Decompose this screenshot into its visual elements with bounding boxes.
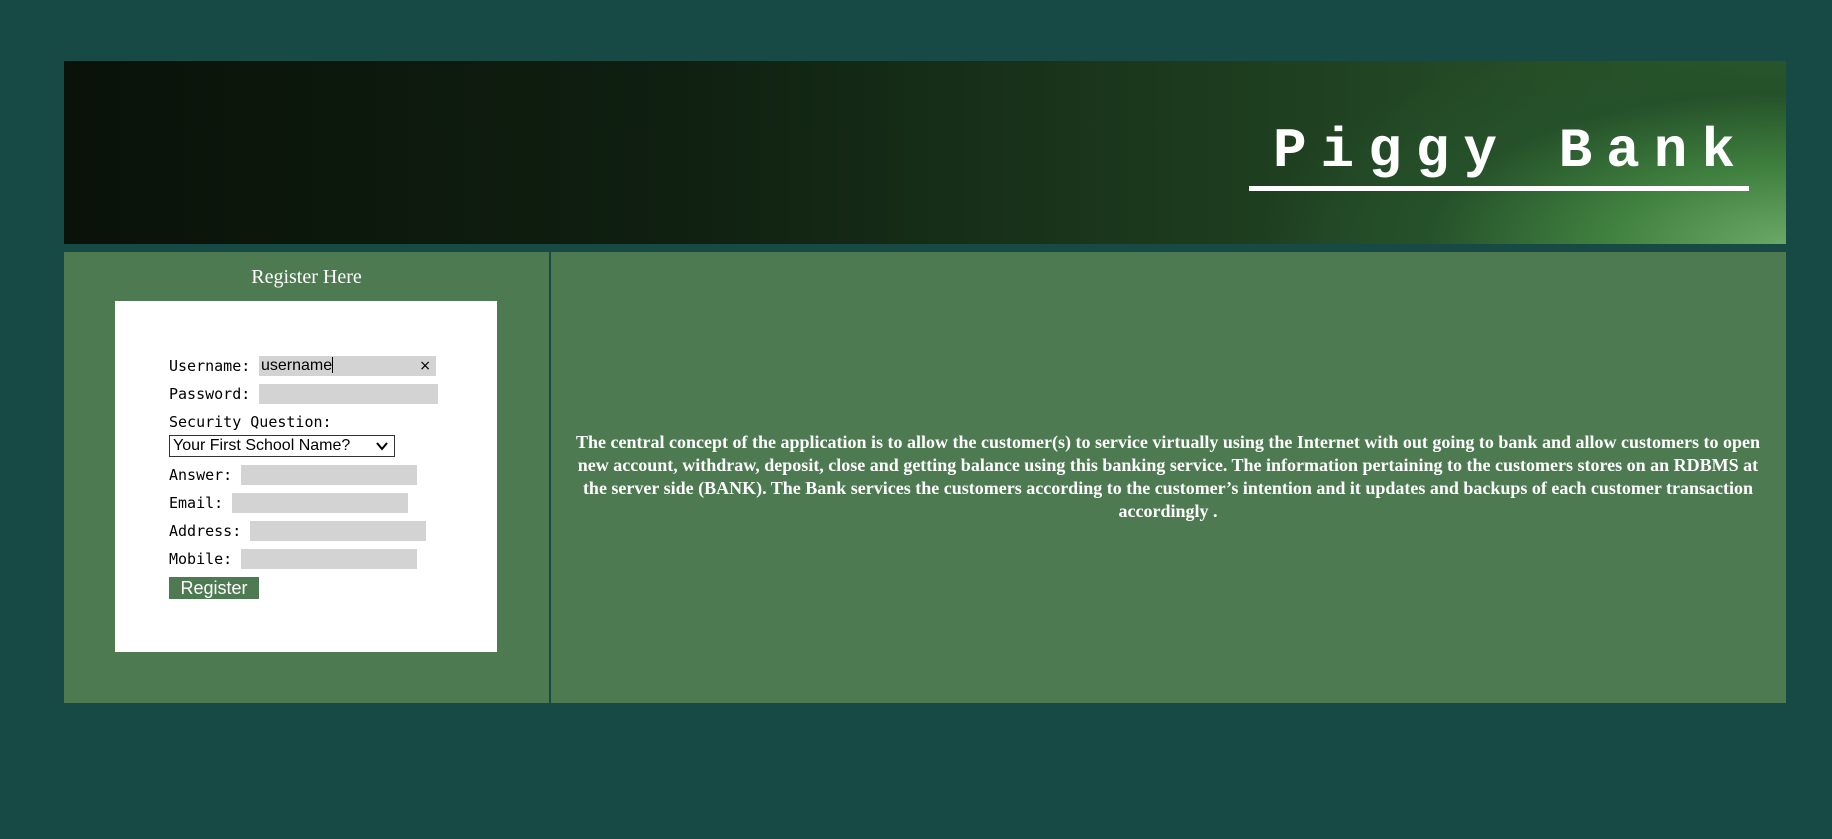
mobile-label: Mobile: [169, 550, 233, 568]
text-cursor [332, 357, 334, 373]
username-input[interactable]: username × [259, 356, 436, 376]
register-button[interactable]: Register [169, 577, 259, 599]
security-question-selected: Your First School Name? [173, 437, 351, 454]
header-banner: Piggy Bank [64, 61, 1786, 244]
password-label: Password: [169, 385, 251, 403]
address-label: Address: [169, 522, 242, 540]
site-title: Piggy Bank [1272, 119, 1749, 183]
title-underline [1249, 186, 1749, 191]
address-input[interactable] [250, 521, 426, 541]
register-heading: Register Here [251, 266, 362, 288]
description-panel: The central concept of the application i… [551, 252, 1786, 703]
security-question-select[interactable]: Your First School Name? [169, 435, 395, 457]
email-input[interactable] [232, 493, 408, 513]
answer-input[interactable] [241, 465, 417, 485]
password-input[interactable] [259, 384, 438, 404]
register-form: Username: username × Password: Security … [115, 301, 497, 652]
application-description: The central concept of the application i… [576, 432, 1760, 521]
username-label: Username: [169, 357, 251, 375]
register-panel: Register Here Username: username × Passw… [64, 252, 549, 703]
email-label: Email: [169, 494, 224, 512]
mobile-input[interactable] [241, 549, 417, 569]
clear-icon[interactable]: × [419, 356, 431, 376]
chevron-down-icon [376, 442, 388, 451]
answer-label: Answer: [169, 466, 233, 484]
security-question-label: Security Question: [169, 413, 332, 431]
username-value: username [261, 357, 333, 374]
